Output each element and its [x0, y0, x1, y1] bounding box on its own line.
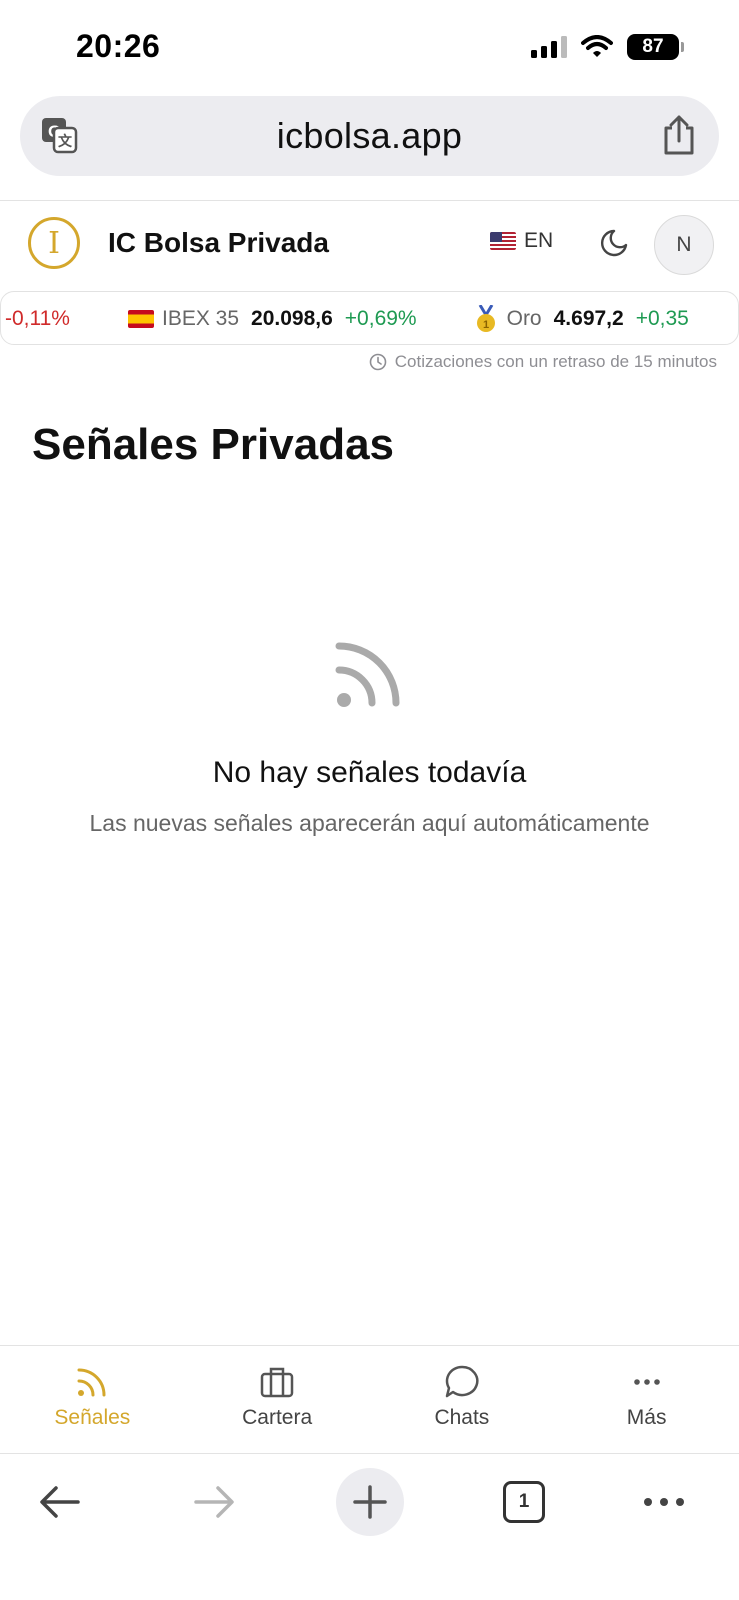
new-tab-button[interactable] — [336, 1468, 404, 1536]
status-bar: 20:26 87 — [0, 0, 739, 96]
quote-delay-note: Cotizaciones con un retraso de 15 minuto… — [369, 352, 717, 372]
empty-state-title: No hay señales todavía — [212, 756, 527, 789]
ticker-change: +0,69% — [344, 307, 417, 330]
tab-cartera[interactable]: Cartera — [185, 1346, 370, 1453]
app-header: I IC Bolsa Privada EN N — [0, 201, 739, 287]
dark-mode-icon[interactable] — [598, 227, 630, 259]
browser-toolbar: 1 — [0, 1453, 739, 1600]
tab-label: Chats — [434, 1406, 490, 1429]
ticker-name: IBEX 35 — [161, 307, 240, 330]
tab-label: Más — [626, 1406, 667, 1429]
share-icon[interactable] — [661, 114, 697, 156]
tab-chats[interactable]: Chats — [370, 1346, 555, 1453]
rss-icon — [77, 1368, 106, 1397]
tab-count: 1 — [503, 1481, 545, 1523]
page-title: Señales Privadas — [32, 420, 395, 469]
cellular-signal-icon — [531, 36, 567, 58]
more-horizontal-icon — [644, 1498, 684, 1506]
app-logo[interactable]: I — [28, 217, 80, 269]
browser-menu-button[interactable] — [632, 1470, 696, 1534]
market-ticker: -0,11% IBEX 35 20.098,6 +0,69% 1 Oro 4.6… — [0, 291, 739, 345]
ticker-value: 20.098,6 — [251, 307, 333, 330]
translate-icon[interactable]: G 文 — [40, 116, 78, 154]
tab-label: Señales — [54, 1406, 131, 1429]
svg-text:1: 1 — [483, 319, 489, 331]
tab-senales[interactable]: Señales — [0, 1346, 185, 1453]
language-switch[interactable]: EN — [490, 229, 553, 253]
rss-icon — [335, 642, 399, 707]
more-horizontal-icon — [633, 1379, 660, 1385]
briefcase-icon — [260, 1367, 294, 1398]
wifi-icon — [581, 35, 613, 57]
plus-icon — [353, 1485, 387, 1519]
ticker-change: -0,11% — [5, 307, 70, 330]
ticker-item: 1 Oro 4.697,2 +0,35 — [475, 305, 689, 333]
language-label: EN — [524, 229, 554, 252]
url-text[interactable]: icbolsa.app — [277, 115, 462, 157]
us-flag-icon — [490, 232, 516, 250]
battery-level: 87 — [642, 36, 664, 57]
gold-medal-icon: 1 — [476, 305, 495, 332]
status-time: 20:26 — [76, 28, 161, 64]
ticker-name: Oro — [506, 307, 542, 330]
forward-button[interactable] — [182, 1470, 246, 1534]
ticker-item: IBEX 35 20.098,6 +0,69% — [127, 307, 417, 331]
user-avatar[interactable]: N — [654, 215, 714, 275]
chat-bubble-icon — [445, 1365, 479, 1398]
battery-icon: 87 — [627, 34, 684, 60]
status-icons: 87 — [531, 34, 684, 60]
delay-note-text: Cotizaciones con un retraso de 15 minuto… — [394, 352, 717, 371]
ticker-item: -0,11% — [5, 307, 70, 331]
svg-text:文: 文 — [58, 133, 73, 150]
tab-label: Cartera — [242, 1406, 313, 1429]
ticker-value: 4.697,2 — [553, 307, 624, 330]
tab-mas[interactable]: Más — [554, 1346, 739, 1453]
logo-letter: I — [48, 225, 60, 261]
arrow-left-icon — [40, 1486, 80, 1518]
address-bar[interactable]: G 文 icbolsa.app — [20, 96, 719, 176]
bottom-tab-bar: Señales Cartera Chats Más — [0, 1345, 739, 1453]
ticker-track: -0,11% IBEX 35 20.098,6 +0,69% 1 Oro 4.6… — [5, 292, 738, 344]
empty-state-subtitle: Las nuevas señales aparecerán aquí autom… — [89, 810, 650, 836]
spain-flag-icon — [127, 310, 154, 328]
back-button[interactable] — [28, 1470, 92, 1534]
app-title: IC Bolsa Privada — [108, 227, 329, 258]
clock-icon — [369, 353, 387, 371]
arrow-right-icon — [194, 1486, 234, 1518]
empty-state: No hay señales todavía Las nuevas señale… — [0, 640, 739, 837]
ticker-change: +0,35 — [635, 307, 689, 330]
tabs-button[interactable]: 1 — [492, 1470, 556, 1534]
